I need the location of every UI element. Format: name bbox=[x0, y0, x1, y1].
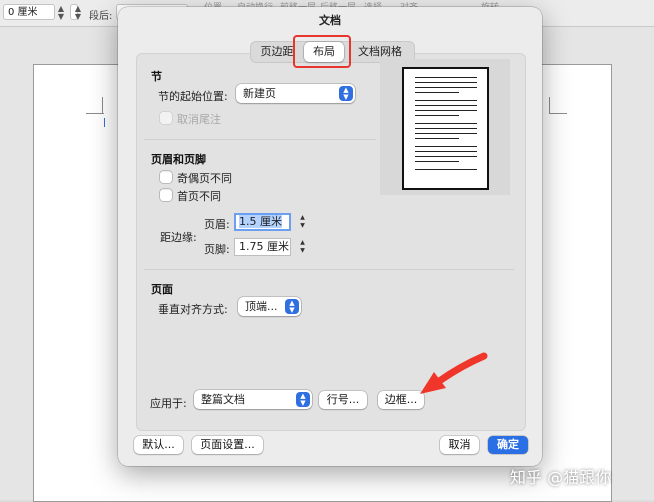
divider bbox=[144, 139, 376, 140]
page-preview bbox=[402, 67, 489, 190]
vertical-align-popup[interactable]: 顶端... ▲ ▼ bbox=[238, 297, 301, 316]
header-distance-stepper[interactable]: ▲ ▼ bbox=[298, 214, 307, 232]
preview-text-line bbox=[415, 110, 477, 111]
indent-stepper[interactable]: ▲ ▼ bbox=[56, 5, 66, 21]
header-label: 页眉: bbox=[204, 218, 230, 231]
preview-text-line bbox=[415, 156, 477, 157]
from-edge-label: 距边缘: bbox=[160, 231, 197, 244]
preview-text-line bbox=[415, 82, 477, 83]
section-start-popup[interactable]: 新建页 ▲ ▼ bbox=[236, 84, 355, 103]
apply-to-label: 应用于: bbox=[150, 397, 187, 410]
crop-mark bbox=[549, 97, 550, 114]
odd-even-checkbox[interactable] bbox=[160, 171, 172, 183]
headers-footers-heading: 页眉和页脚 bbox=[151, 153, 206, 166]
preview-text-line bbox=[415, 87, 477, 88]
line-numbers-button[interactable]: 行号... bbox=[319, 391, 367, 409]
watermark-text: 知乎 @猫跟你 bbox=[510, 468, 612, 487]
footer-label: 页脚: bbox=[204, 243, 230, 256]
preview-text-line bbox=[415, 151, 477, 152]
odd-even-label: 奇偶页不同 bbox=[177, 172, 232, 185]
header-distance-field[interactable]: 1.5 厘米 bbox=[234, 213, 291, 231]
page-setup-button[interactable]: 页面设置... bbox=[192, 436, 263, 454]
default-button[interactable]: 默认... bbox=[134, 436, 183, 454]
chevron-updown-icon: ▲ ▼ bbox=[339, 86, 353, 101]
text-cursor bbox=[104, 118, 105, 127]
crop-mark bbox=[549, 113, 567, 114]
section-heading: 节 bbox=[151, 70, 162, 83]
preview-text-line bbox=[415, 77, 477, 78]
chevron-updown-icon: ▲ ▼ bbox=[285, 299, 299, 314]
dialog-title: 文档 bbox=[319, 14, 341, 27]
vertical-align-value: 顶端... bbox=[245, 300, 278, 313]
suppress-endnotes-label: 取消尾注 bbox=[177, 113, 221, 126]
chevron-updown-icon: ▲ ▼ bbox=[296, 392, 310, 407]
red-highlight-box bbox=[293, 35, 351, 68]
preview-text-line bbox=[415, 169, 477, 170]
preview-text-line bbox=[415, 123, 477, 124]
preview-text-line bbox=[415, 138, 459, 139]
first-page-checkbox[interactable] bbox=[160, 189, 172, 201]
ok-button[interactable]: 确定 bbox=[488, 436, 528, 454]
crop-mark bbox=[102, 97, 103, 114]
preview-text-line bbox=[415, 161, 459, 162]
footer-distance-field[interactable]: 1.75 厘米 bbox=[234, 238, 291, 256]
suppress-endnotes-checkbox[interactable] bbox=[160, 112, 172, 124]
preview-text-line bbox=[415, 100, 477, 101]
spacing-stepper[interactable]: ▲ ▼ bbox=[73, 5, 83, 21]
preview-text-line bbox=[415, 133, 477, 134]
annotation-arrow bbox=[420, 352, 488, 394]
preview-text-line bbox=[415, 92, 459, 93]
apply-to-value: 整篇文档 bbox=[201, 393, 245, 406]
header-distance-value: 1.5 厘米 bbox=[239, 215, 282, 228]
cancel-button[interactable]: 取消 bbox=[440, 436, 479, 454]
apply-to-popup[interactable]: 整篇文档 ▲ ▼ bbox=[194, 390, 312, 409]
preview-text-line bbox=[415, 146, 477, 147]
preview-text-line bbox=[415, 105, 477, 106]
first-page-label: 首页不同 bbox=[177, 190, 221, 203]
preview-text-line bbox=[415, 115, 459, 116]
indent-field[interactable]: 0 厘米 bbox=[3, 4, 55, 20]
section-start-value: 新建页 bbox=[243, 87, 276, 100]
section-start-label: 节的起始位置: bbox=[158, 90, 228, 103]
page-heading: 页面 bbox=[151, 283, 173, 296]
divider bbox=[144, 269, 514, 270]
preview-text-line bbox=[415, 128, 477, 129]
spacing-after-label: 段后: bbox=[89, 11, 113, 22]
footer-distance-stepper[interactable]: ▲ ▼ bbox=[298, 239, 307, 257]
vertical-align-label: 垂直对齐方式: bbox=[158, 303, 228, 316]
